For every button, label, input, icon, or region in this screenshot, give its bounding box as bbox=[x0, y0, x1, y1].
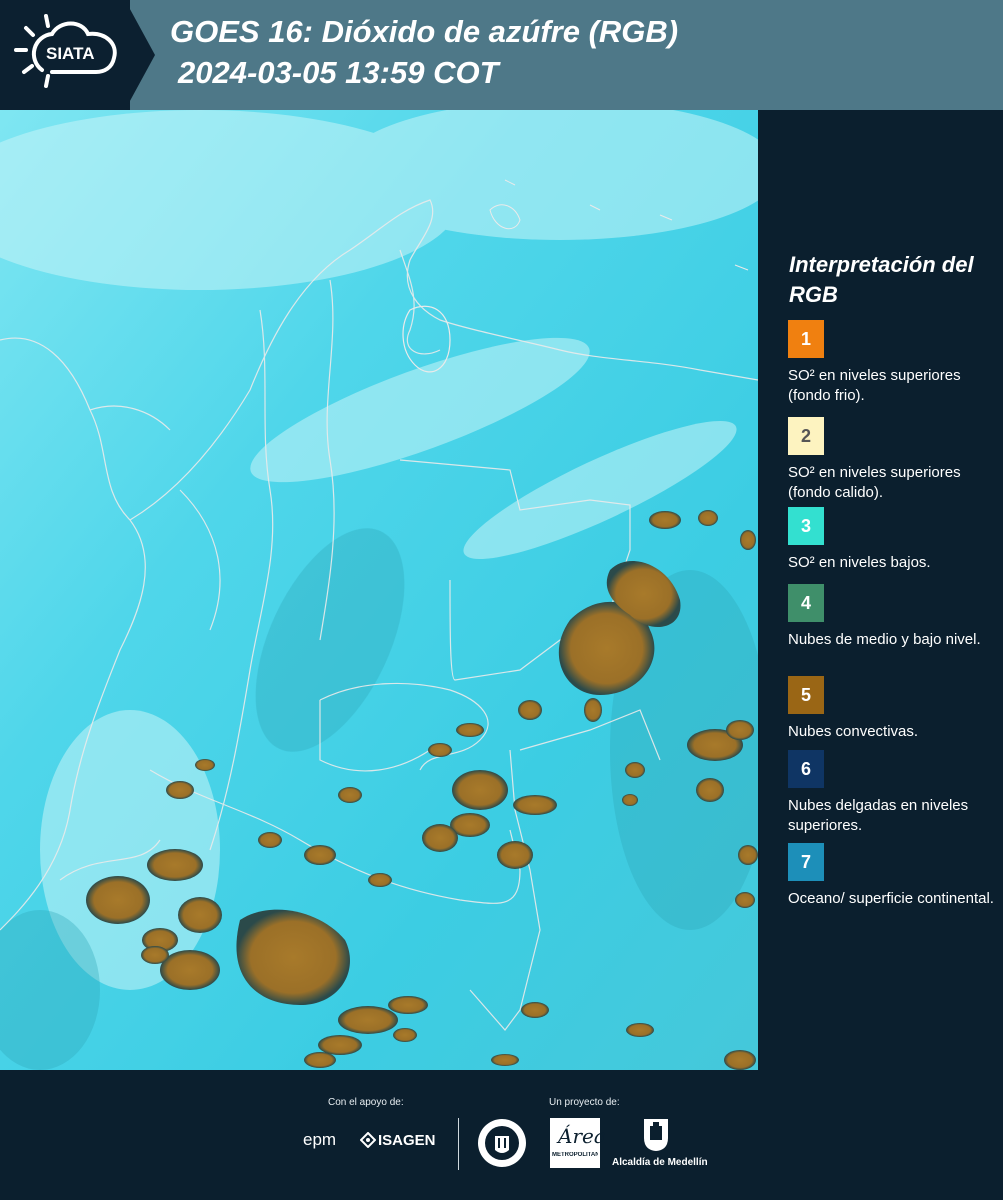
legend-item-5: 5 Nubes convectivas. bbox=[788, 676, 998, 742]
siata-logo[interactable]: SIATA bbox=[0, 0, 130, 110]
isagen-logo[interactable]: ISAGEN bbox=[378, 1132, 436, 1149]
legend-label: SO² en niveles superiores (fondo calido)… bbox=[788, 464, 961, 501]
legend-panel: Interpretación del RGB 1 SO² en niveles … bbox=[758, 110, 1003, 1070]
legend-item-4: 4 Nubes de medio y bajo nivel. bbox=[788, 584, 998, 650]
legend-title: Interpretación del RGB bbox=[789, 252, 974, 307]
project-label: Un proyecto de: bbox=[549, 1097, 620, 1108]
legend-label: Nubes convectivas. bbox=[788, 723, 919, 740]
footer: Con el apoyo de: Un proyecto de: epm ISA… bbox=[0, 1070, 1003, 1200]
area-subtext: METROPOLITANA bbox=[552, 1152, 598, 1158]
legend-swatch: 6 bbox=[788, 750, 824, 788]
logo-chevron bbox=[125, 0, 155, 110]
legend-swatch: 4 bbox=[788, 584, 824, 622]
legend-swatch: 7 bbox=[788, 843, 824, 881]
legend-label: SO² en niveles bajos. bbox=[788, 554, 931, 571]
medellin-seal-icon[interactable] bbox=[477, 1118, 527, 1168]
legend-item-3: 3 SO² en niveles bajos. bbox=[788, 507, 998, 573]
legend-swatch: 3 bbox=[788, 507, 824, 545]
legend-label: Nubes de medio y bajo nivel. bbox=[788, 631, 981, 648]
epm-logo[interactable]: epm bbox=[303, 1130, 336, 1150]
alcaldia-shield-icon[interactable] bbox=[643, 1118, 669, 1152]
legend-item-2: 2 SO² en niveles superiores (fondo calid… bbox=[788, 417, 998, 507]
legend-label: Nubes delgadas en niveles superiores. bbox=[788, 797, 969, 834]
alcaldia-label: Alcaldía de Medellín bbox=[612, 1157, 708, 1168]
legend-item-6: 6 Nubes delgadas en niveles superiores. bbox=[788, 750, 998, 836]
satellite-map[interactable] bbox=[0, 110, 758, 1070]
isagen-icon bbox=[359, 1131, 377, 1149]
area-metropolitana-logo[interactable]: Área METROPOLITANA bbox=[550, 1118, 606, 1168]
satellite-image bbox=[0, 110, 758, 1070]
legend-label: Oceano/ superficie continental. bbox=[788, 890, 994, 907]
legend-item-1: 1 SO² en niveles superiores (fondo frio)… bbox=[788, 320, 998, 406]
legend-swatch: 2 bbox=[788, 417, 824, 455]
page-title: GOES 16: Dióxido de azúfre (RGB) bbox=[170, 14, 679, 49]
logo-label: SIATA bbox=[46, 44, 95, 63]
legend-swatch: 5 bbox=[788, 676, 824, 714]
footer-divider bbox=[458, 1118, 459, 1170]
area-text: Área bbox=[558, 1124, 606, 1148]
legend-swatch: 1 bbox=[788, 320, 824, 358]
legend-item-7: 7 Oceano/ superficie continental. bbox=[788, 843, 998, 909]
legend-label: SO² en niveles superiores (fondo frio). bbox=[788, 367, 961, 404]
page-timestamp: 2024-03-05 13:59 COT bbox=[178, 55, 499, 90]
support-label: Con el apoyo de: bbox=[328, 1097, 404, 1108]
header-bar: SIATA GOES 16: Dióxido de azúfre (RGB) 2… bbox=[0, 0, 1003, 110]
